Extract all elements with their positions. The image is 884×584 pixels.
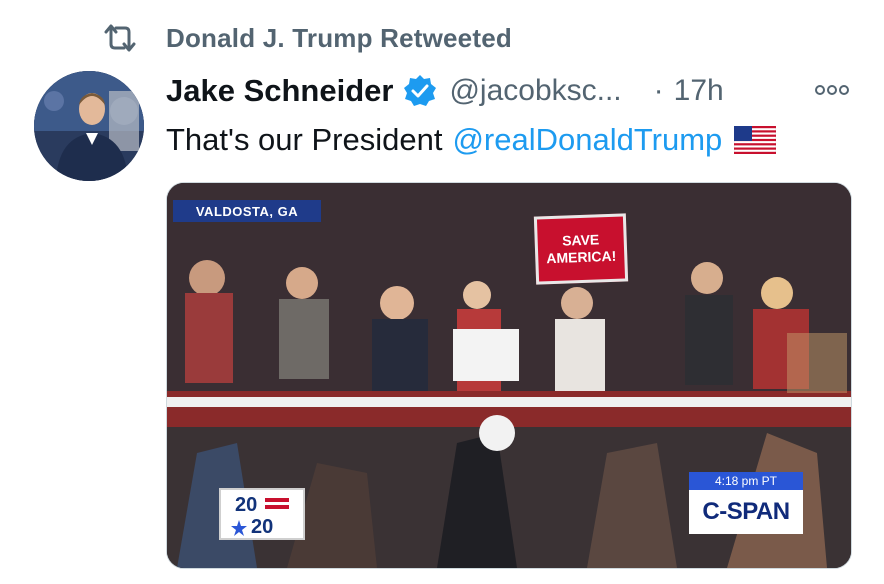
- retweet-label[interactable]: Donald J. Trump Retweeted: [166, 23, 512, 54]
- retweet-context[interactable]: Donald J. Trump Retweeted: [100, 20, 512, 56]
- more-options-icon[interactable]: [814, 80, 850, 100]
- logo-2020: 20 20: [219, 488, 305, 540]
- sign-line-1: SAVE: [561, 231, 600, 249]
- author-avatar[interactable]: [34, 71, 144, 181]
- mention-link[interactable]: @realDonaldTrump: [452, 122, 722, 158]
- author-name[interactable]: Jake Schneider: [166, 73, 393, 109]
- us-flag-emoji: [734, 126, 777, 154]
- location-caption: VALDOSTA, GA: [173, 200, 321, 222]
- tweet-time[interactable]: 17h: [674, 74, 724, 108]
- verified-badge-icon: [404, 75, 437, 106]
- tweet-body: That's our President: [166, 122, 443, 157]
- tweet-text: That's our President @realDonaldTrump: [166, 118, 777, 162]
- time-separator: ·: [653, 74, 664, 107]
- sign-line-2: AMERICA!: [546, 247, 617, 267]
- logo-top-text: 20: [235, 494, 257, 516]
- tweet-video[interactable]: VALDOSTA, GA SAVE AMERICA! 20 20 4:18 pm…: [166, 182, 852, 569]
- save-america-sign: SAVE AMERICA!: [533, 213, 629, 285]
- author-handle[interactable]: @jacobksc...: [449, 74, 621, 108]
- logo-bottom-text: 20: [251, 516, 273, 538]
- cspan-logo: C-SPAN: [689, 490, 803, 534]
- tweet-header: Jake Schneider @jacobksc... · 17h: [166, 68, 856, 114]
- blank-paper: [453, 329, 519, 381]
- retweet-icon: [104, 24, 136, 52]
- timestamp-badge: 4:18 pm PT: [689, 472, 803, 490]
